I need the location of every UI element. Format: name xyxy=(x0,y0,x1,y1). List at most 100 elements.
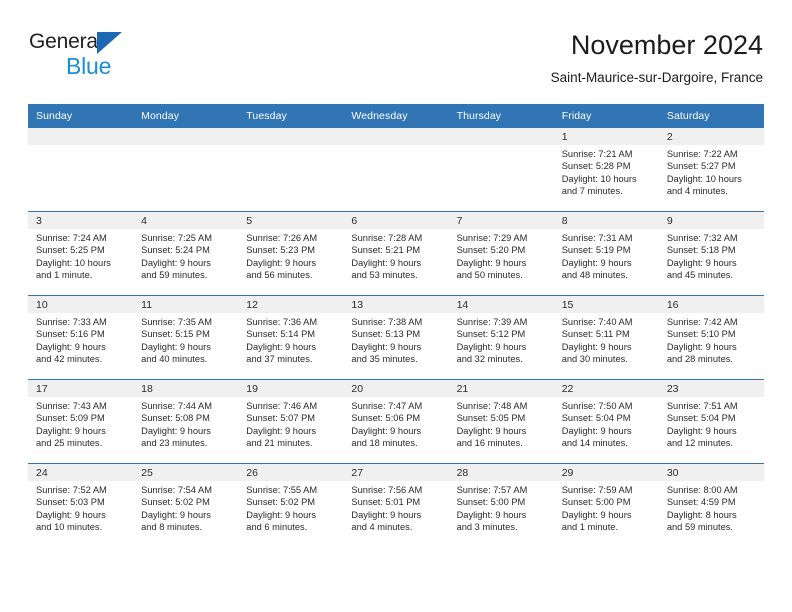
calendar-day-cell[interactable]: 26 Sunrise: 7:55 AM Sunset: 5:02 PM Dayligh… xyxy=(238,463,344,547)
day-cell-content: 11 Sunrise: 7:35 AM Sunset: 5:15 PM Dayligh… xyxy=(133,296,239,379)
calendar-day-cell[interactable]: 15 Sunrise: 7:40 AM Sunset: 5:11 PM Dayligh… xyxy=(553,295,659,380)
day-cell-content xyxy=(238,128,344,211)
sunset-text: Sunset: 5:03 PM xyxy=(36,497,105,508)
day-cell-content: 24 Sunrise: 7:52 AM Sunset: 5:03 PM Dayligh… xyxy=(28,464,134,547)
day-number: 25 xyxy=(133,464,239,481)
day-sun-info: Sunrise: 7:55 AM Sunset: 5:02 PM Daylight:… xyxy=(238,481,343,533)
calendar-day-cell[interactable]: 10 Sunrise: 7:33 AM Sunset: 5:16 PM Dayligh… xyxy=(28,295,134,380)
calendar-day-cell[interactable]: 27 Sunrise: 7:56 AM Sunset: 5:01 PM Dayligh… xyxy=(343,463,449,547)
weekday-header-monday: Monday xyxy=(133,104,239,128)
sunrise-text: Sunrise: 7:36 AM xyxy=(246,317,318,327)
sunset-text: Sunset: 4:59 PM xyxy=(666,497,736,508)
day-sun-info: Sunrise: 7:31 AM Sunset: 5:19 PM Daylight:… xyxy=(554,229,659,281)
calendar-day-cell[interactable]: 21 Sunrise: 7:48 AM Sunset: 5:05 PM Dayligh… xyxy=(448,379,554,464)
calendar-day-cell[interactable]: 11 Sunrise: 7:35 AM Sunset: 5:15 PM Dayligh… xyxy=(133,295,239,380)
daylight-text-line2: and 59 minutes. xyxy=(666,521,733,532)
calendar-day-cell[interactable]: 3 Sunrise: 7:24 AM Sunset: 5:25 PM Daylight… xyxy=(28,211,134,296)
day-sun-info: Sunrise: 7:38 AM Sunset: 5:13 PM Daylight:… xyxy=(343,313,448,365)
calendar-grid: Sunday Monday Tuesday Wednesday Thursday… xyxy=(28,104,764,547)
day-cell-content: 6 Sunrise: 7:28 AM Sunset: 5:21 PM Daylight… xyxy=(343,212,449,295)
day-sun-info: Sunrise: 7:39 AM Sunset: 5:12 PM Daylight:… xyxy=(449,313,554,365)
day-cell-content: 2 Sunrise: 7:22 AM Sunset: 5:27 PM Daylight… xyxy=(658,128,764,211)
daylight-text-line1: Daylight: 9 hours xyxy=(36,509,106,520)
day-cell-content xyxy=(133,128,239,211)
day-cell-content: 29 Sunrise: 7:59 AM Sunset: 5:00 PM Dayligh… xyxy=(553,464,659,547)
day-cell-content: 4 Sunrise: 7:25 AM Sunset: 5:24 PM Daylight… xyxy=(133,212,239,295)
calendar-day-cell[interactable]: 17 Sunrise: 7:43 AM Sunset: 5:09 PM Dayligh… xyxy=(28,379,134,464)
day-sun-info: Sunrise: 7:36 AM Sunset: 5:14 PM Daylight:… xyxy=(238,313,343,365)
daylight-text-line2: and 45 minutes. xyxy=(666,269,733,280)
calendar-day-cell[interactable]: 25 Sunrise: 7:54 AM Sunset: 5:02 PM Dayligh… xyxy=(133,463,239,547)
day-sun-info: Sunrise: 7:40 AM Sunset: 5:11 PM Daylight:… xyxy=(554,313,659,365)
day-number: 12 xyxy=(238,296,344,313)
sunset-text: Sunset: 5:12 PM xyxy=(456,329,526,340)
calendar-day-cell[interactable]: 8 Sunrise: 7:31 AM Sunset: 5:19 PM Daylight… xyxy=(553,211,659,296)
sunrise-text: Sunrise: 7:24 AM xyxy=(36,233,107,243)
daylight-text-line2: and 42 minutes. xyxy=(36,353,103,364)
calendar-cell-empty xyxy=(133,127,239,212)
day-cell-content: 28 Sunrise: 7:57 AM Sunset: 5:00 PM Dayligh… xyxy=(448,464,554,547)
day-sun-info: Sunrise: 7:44 AM Sunset: 5:08 PM Daylight:… xyxy=(133,397,238,449)
calendar-day-cell[interactable]: 5 Sunrise: 7:26 AM Sunset: 5:23 PM Daylight… xyxy=(238,211,344,296)
sunrise-text: Sunrise: 7:29 AM xyxy=(456,233,528,243)
day-cell-content: 8 Sunrise: 7:31 AM Sunset: 5:19 PM Daylight… xyxy=(553,212,659,295)
sunrise-text: Sunrise: 7:28 AM xyxy=(351,233,423,243)
day-sun-info: Sunrise: 7:46 AM Sunset: 5:07 PM Daylight:… xyxy=(238,397,343,449)
calendar-day-cell[interactable]: 13 Sunrise: 7:38 AM Sunset: 5:13 PM Dayligh… xyxy=(343,295,449,380)
calendar-day-cell[interactable]: 19 Sunrise: 7:46 AM Sunset: 5:07 PM Dayligh… xyxy=(238,379,344,464)
daylight-text-line1: Daylight: 9 hours xyxy=(351,509,422,520)
day-cell-content: 15 Sunrise: 7:40 AM Sunset: 5:11 PM Dayligh… xyxy=(553,296,659,379)
sunset-text: Sunset: 5:00 PM xyxy=(456,497,526,508)
calendar-day-cell[interactable]: 1 Sunrise: 7:21 AM Sunset: 5:28 PM Daylight… xyxy=(553,127,659,212)
calendar-day-cell[interactable]: 30 Sunrise: 8:00 AM Sunset: 4:59 PM Dayligh… xyxy=(658,463,764,547)
daylight-text-line2: and 56 minutes. xyxy=(246,269,313,280)
calendar-day-cell[interactable]: 22 Sunrise: 7:50 AM Sunset: 5:04 PM Dayligh… xyxy=(553,379,659,464)
calendar-day-cell[interactable]: 14 Sunrise: 7:39 AM Sunset: 5:12 PM Dayligh… xyxy=(448,295,554,380)
calendar-day-cell[interactable]: 12 Sunrise: 7:36 AM Sunset: 5:14 PM Dayligh… xyxy=(238,295,344,380)
calendar-day-cell[interactable]: 28 Sunrise: 7:57 AM Sunset: 5:00 PM Dayligh… xyxy=(448,463,554,547)
day-sun-info: Sunrise: 7:33 AM Sunset: 5:16 PM Daylight:… xyxy=(28,313,133,365)
day-cell-content: 3 Sunrise: 7:24 AM Sunset: 5:25 PM Daylight… xyxy=(28,212,134,295)
calendar-day-cell[interactable]: 6 Sunrise: 7:28 AM Sunset: 5:21 PM Daylight… xyxy=(343,211,449,296)
day-sun-info: Sunrise: 7:32 AM Sunset: 5:18 PM Daylight:… xyxy=(659,229,764,281)
calendar-day-cell[interactable]: 23 Sunrise: 7:51 AM Sunset: 5:04 PM Dayligh… xyxy=(658,379,764,464)
calendar-day-cell[interactable]: 4 Sunrise: 7:25 AM Sunset: 5:24 PM Daylight… xyxy=(133,211,239,296)
weekday-header-thursday: Thursday xyxy=(448,104,554,128)
daylight-text-line2: and 4 minutes. xyxy=(666,185,728,196)
calendar-day-cell[interactable]: 18 Sunrise: 7:44 AM Sunset: 5:08 PM Dayligh… xyxy=(133,379,239,464)
daylight-text-line1: Daylight: 9 hours xyxy=(561,341,632,352)
sunset-text: Sunset: 5:15 PM xyxy=(141,329,210,340)
calendar-day-cell[interactable]: 7 Sunrise: 7:29 AM Sunset: 5:20 PM Daylight… xyxy=(448,211,554,296)
daylight-text-line2: and 1 minute. xyxy=(36,269,93,280)
daylight-text-line2: and 7 minutes. xyxy=(561,185,623,196)
day-cell-content: 17 Sunrise: 7:43 AM Sunset: 5:09 PM Dayligh… xyxy=(28,380,134,463)
calendar-day-cell[interactable]: 20 Sunrise: 7:47 AM Sunset: 5:06 PM Dayligh… xyxy=(343,379,449,464)
sunrise-text: Sunrise: 7:33 AM xyxy=(36,317,107,327)
weekday-header-tuesday: Tuesday xyxy=(238,104,344,128)
day-number: 6 xyxy=(343,212,449,229)
day-sun-info: Sunrise: 7:54 AM Sunset: 5:02 PM Daylight:… xyxy=(133,481,238,533)
day-cell-content: 16 Sunrise: 7:42 AM Sunset: 5:10 PM Dayligh… xyxy=(658,296,764,379)
daylight-text-line1: Daylight: 9 hours xyxy=(351,425,422,436)
day-number: 24 xyxy=(28,464,134,481)
day-cell-content: 19 Sunrise: 7:46 AM Sunset: 5:07 PM Dayligh… xyxy=(238,380,344,463)
daylight-text-line2: and 30 minutes. xyxy=(561,353,628,364)
calendar-day-cell[interactable]: 24 Sunrise: 7:52 AM Sunset: 5:03 PM Dayligh… xyxy=(28,463,134,547)
calendar-day-cell[interactable]: 2 Sunrise: 7:22 AM Sunset: 5:27 PM Daylight… xyxy=(658,127,764,212)
day-cell-content: 30 Sunrise: 8:00 AM Sunset: 4:59 PM Dayligh… xyxy=(658,464,764,547)
daylight-text-line1: Daylight: 9 hours xyxy=(561,509,632,520)
page-title: November 2024 xyxy=(570,30,763,60)
day-number xyxy=(238,128,344,145)
sunrise-text: Sunrise: 7:26 AM xyxy=(246,233,318,243)
day-number: 30 xyxy=(658,464,764,481)
calendar-day-cell[interactable]: 9 Sunrise: 7:32 AM Sunset: 5:18 PM Daylight… xyxy=(658,211,764,296)
day-number: 17 xyxy=(28,380,134,397)
sunset-text: Sunset: 5:08 PM xyxy=(141,413,210,424)
calendar-day-cell[interactable]: 16 Sunrise: 7:42 AM Sunset: 5:10 PM Dayligh… xyxy=(658,295,764,380)
day-sun-info: Sunrise: 8:00 AM Sunset: 4:59 PM Daylight:… xyxy=(659,481,764,533)
calendar-day-cell[interactable]: 29 Sunrise: 7:59 AM Sunset: 5:00 PM Dayligh… xyxy=(553,463,659,547)
day-cell-content xyxy=(448,128,554,211)
day-sun-info: Sunrise: 7:42 AM Sunset: 5:10 PM Daylight:… xyxy=(659,313,764,365)
sunrise-text: Sunrise: 7:50 AM xyxy=(561,401,633,411)
daylight-text-line2: and 1 minute. xyxy=(561,521,619,532)
